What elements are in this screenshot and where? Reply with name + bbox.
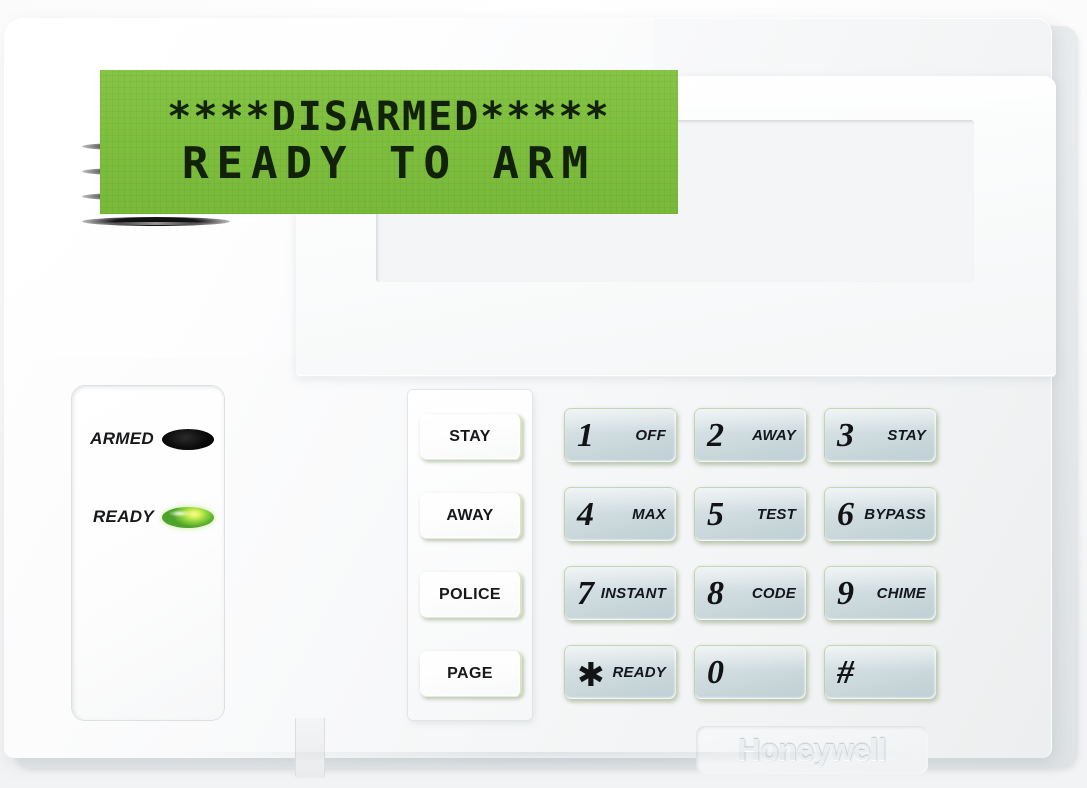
function-key-away[interactable]: AWAY (420, 493, 522, 539)
key-6-digit: 6 (837, 495, 854, 533)
key-5-digit: 5 (707, 495, 724, 533)
keypad-housing: ****DISARMED***** READY TO ARM ARMED REA… (4, 18, 1056, 778)
status-label-armed: ARMED (90, 429, 154, 448)
key-8[interactable]: 8 CODE (694, 566, 806, 620)
numeric-keypad: 1 OFF 2 AWAY 3 STAY 4 MAX 5 TEST 6 BYPAS… (564, 408, 936, 700)
key-star-digit: ✱ (577, 655, 605, 694)
key-star[interactable]: ✱ READY (564, 645, 676, 699)
key-3-sublabel: STAY (887, 427, 926, 444)
honeywell-logo: Honeywell (738, 732, 887, 767)
product-photo-scene: ****DISARMED***** READY TO ARM ARMED REA… (0, 0, 1087, 788)
status-indicator-panel: ARMED READY (72, 386, 224, 720)
function-key-away-label: AWAY (446, 506, 494, 524)
function-key-stay-label: STAY (449, 427, 491, 445)
status-label-ready: READY (92, 507, 154, 526)
lcd-line-1: ****DISARMED***** (167, 94, 611, 141)
key-4-digit: 4 (577, 495, 594, 533)
key-3-digit: 3 (837, 416, 854, 454)
key-1[interactable]: 1 OFF (564, 408, 676, 462)
armed-led-icon (162, 428, 214, 450)
status-row-armed: ARMED (80, 422, 216, 456)
key-hash-digit: # (837, 653, 854, 691)
ready-led-icon (162, 506, 214, 528)
function-key-plate: STAY AWAY POLICE PAGE (408, 390, 532, 720)
status-row-ready: READY (80, 500, 216, 534)
key-8-digit: 8 (707, 574, 724, 612)
function-key-police-label: POLICE (439, 585, 501, 603)
key-4-sublabel: MAX (632, 506, 666, 523)
key-0[interactable]: 0 (694, 645, 806, 699)
key-9-sublabel: CHIME (876, 585, 926, 602)
function-key-page-label: PAGE (447, 664, 493, 682)
function-key-stay[interactable]: STAY (420, 414, 522, 460)
brand-logo-plate: Honeywell (696, 726, 928, 774)
function-key-page[interactable]: PAGE (420, 651, 522, 697)
lcd-display: ****DISARMED***** READY TO ARM (100, 70, 678, 214)
tamper-tab-notch (295, 718, 325, 778)
key-9-digit: 9 (837, 574, 854, 612)
key-7[interactable]: 7 INSTANT (564, 566, 676, 620)
key-1-digit: 1 (577, 416, 594, 454)
key-0-digit: 0 (707, 653, 724, 691)
key-8-sublabel: CODE (751, 585, 796, 602)
key-hash[interactable]: # (824, 645, 936, 699)
key-3[interactable]: 3 STAY (824, 408, 936, 462)
key-4[interactable]: 4 MAX (564, 487, 676, 541)
key-2-digit: 2 (707, 416, 724, 454)
speaker-vent-icon (82, 217, 230, 226)
key-5[interactable]: 5 TEST (694, 487, 806, 541)
key-7-sublabel: INSTANT (600, 585, 666, 602)
key-2-sublabel: AWAY (752, 427, 796, 444)
key-star-sublabel: READY (612, 664, 666, 681)
key-9[interactable]: 9 CHIME (824, 566, 936, 620)
key-2[interactable]: 2 AWAY (694, 408, 806, 462)
key-6[interactable]: 6 BYPASS (824, 487, 936, 541)
key-6-sublabel: BYPASS (864, 506, 926, 523)
key-1-sublabel: OFF (635, 427, 666, 444)
key-7-digit: 7 (577, 574, 594, 612)
lcd-line-2: READY TO ARM (182, 137, 596, 189)
function-key-police[interactable]: POLICE (420, 572, 522, 618)
key-5-sublabel: TEST (756, 506, 796, 523)
